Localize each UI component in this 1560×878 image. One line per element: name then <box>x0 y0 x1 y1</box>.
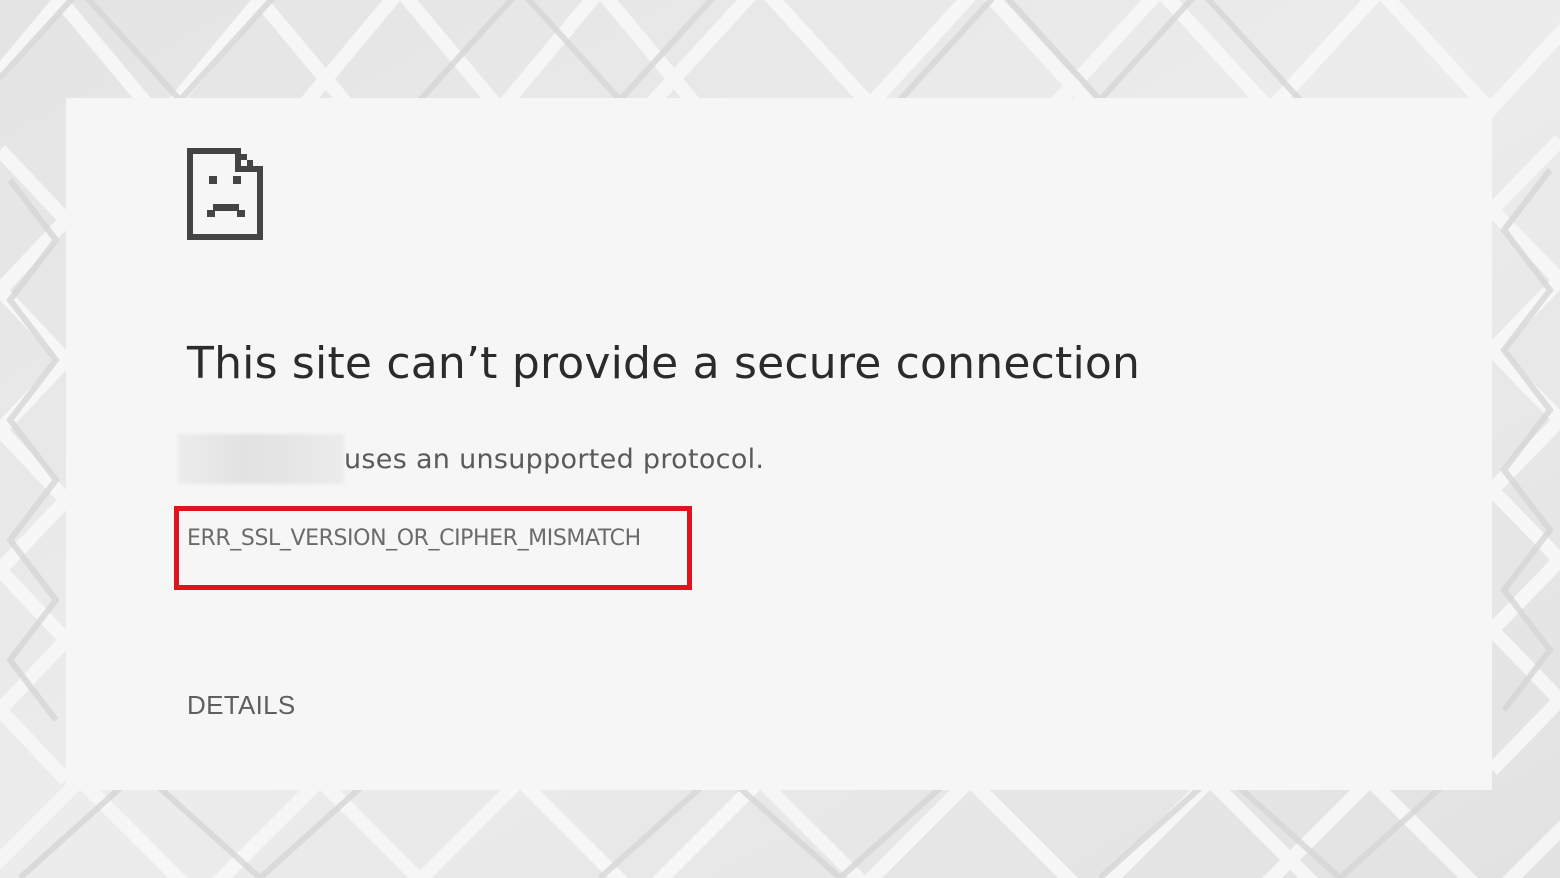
redacted-hostname <box>178 434 344 484</box>
error-description: uses an unsupported protocol. <box>178 434 764 484</box>
error-card: This site can’t provide a secure connect… <box>66 98 1492 790</box>
details-button[interactable]: DETAILS <box>187 690 296 721</box>
error-description-text: uses an unsupported protocol. <box>344 443 765 475</box>
error-code: ERR_SSL_VERSION_OR_CIPHER_MISMATCH <box>187 526 641 551</box>
sad-document-icon <box>187 148 263 240</box>
page-title: This site can’t provide a secure connect… <box>187 338 1141 389</box>
